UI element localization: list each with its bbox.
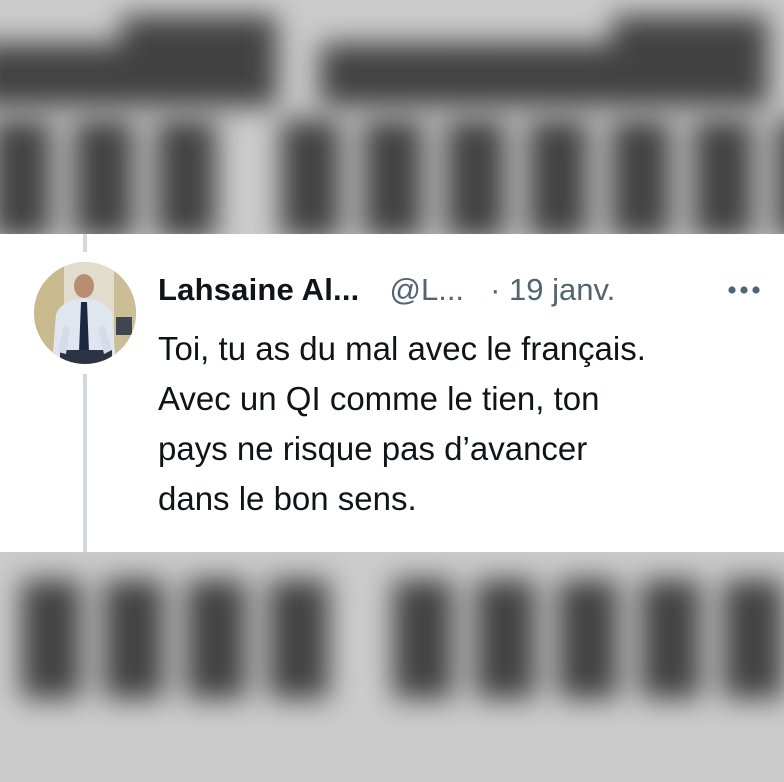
thread-connector-line [83, 234, 87, 252]
tweet-date[interactable]: · 19 janv. [490, 270, 615, 310]
avatar[interactable] [34, 262, 136, 364]
more-horizontal-icon[interactable] [724, 270, 764, 310]
blurred-background-text: ▮▮▮ ▮▮▮▮▮▮▮▮ [0, 82, 784, 250]
user-handle[interactable]: @L... [390, 270, 465, 310]
tweet-text-line: dans le bon sens. [158, 480, 417, 517]
thread-connector-line [83, 374, 87, 552]
tweet-text: Toi, tu as du mal avec le français. Avec… [158, 324, 768, 524]
blurred-background-text: ▮▮▮▮ ▮▮▮▮▮ [10, 542, 784, 710]
tweet-header: Lahsaine Al... @L... · 19 janv. [158, 270, 764, 310]
tweet-text-line: pays ne risque pas d’avancer [158, 430, 588, 467]
tweet-card[interactable]: Lahsaine Al... @L... · 19 janv. Toi, tu … [0, 234, 784, 552]
tweet-text-line: Toi, tu as du mal avec le français. [158, 330, 646, 367]
display-name[interactable]: Lahsaine Al... [158, 270, 360, 310]
tweet-text-line: Avec un QI comme le tien, ton [158, 380, 600, 417]
avatar-image [34, 262, 136, 364]
